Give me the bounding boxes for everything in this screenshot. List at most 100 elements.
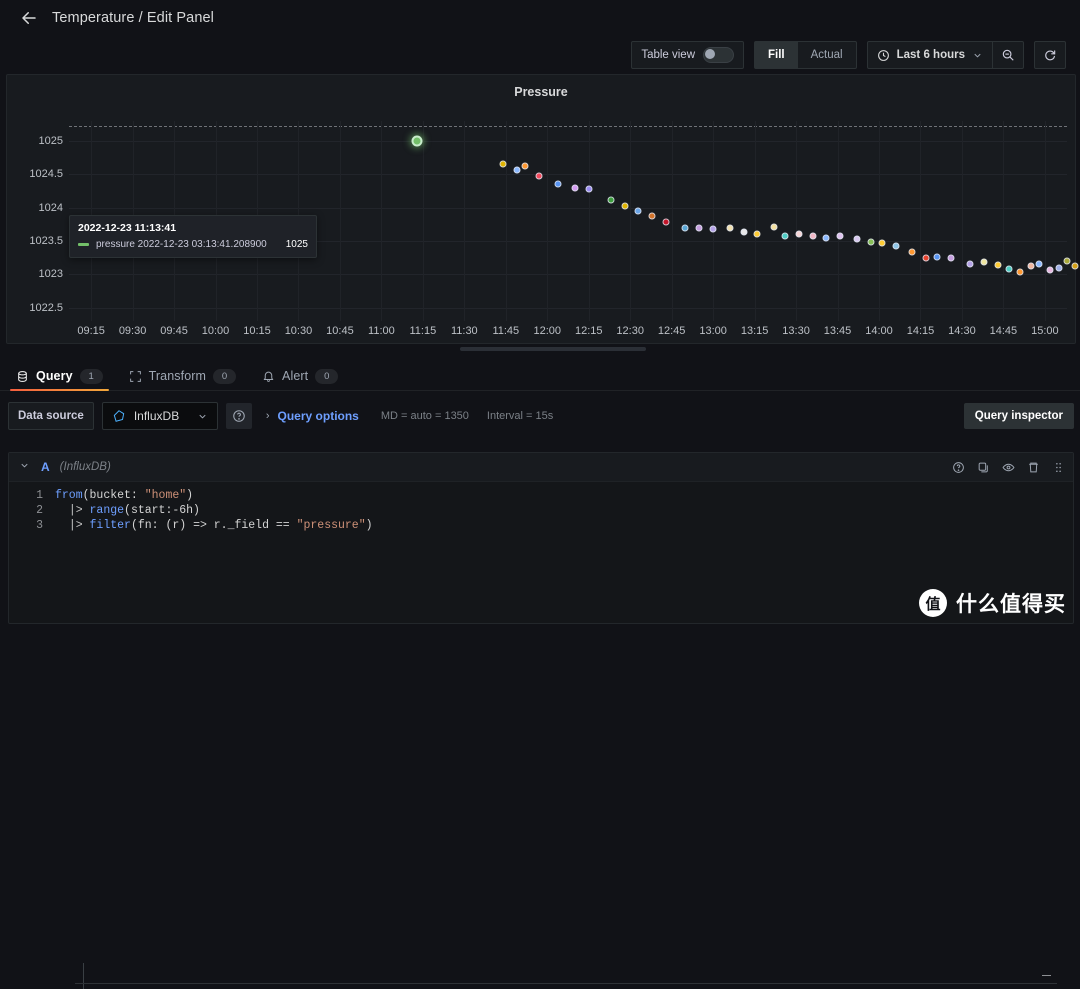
data-point[interactable] (908, 248, 916, 256)
x-axis-tick: 10:00 (201, 325, 230, 337)
data-point[interactable] (966, 260, 974, 268)
time-range-picker[interactable]: Last 6 hours (868, 49, 992, 62)
data-point[interactable] (822, 234, 830, 242)
table-view-label: Table view (641, 49, 696, 61)
data-point[interactable] (607, 196, 615, 204)
help-circle-icon (233, 410, 245, 422)
table-view-toggle[interactable]: Table view (632, 47, 743, 63)
data-point[interactable] (933, 253, 941, 261)
data-point[interactable] (571, 184, 579, 192)
data-point[interactable] (922, 254, 930, 262)
data-point[interactable] (662, 218, 670, 226)
y-axis-tick: 1024.5 (29, 168, 63, 181)
fill-button[interactable]: Fill (755, 42, 798, 68)
data-point[interactable] (878, 239, 886, 247)
query-bar: Data source InfluxDB › Query options MD … (0, 400, 1080, 432)
data-source-picker[interactable]: InfluxDB (101, 402, 218, 430)
query-help-button[interactable] (952, 461, 965, 474)
data-point[interactable] (1016, 268, 1024, 276)
arrow-left-icon (22, 12, 36, 24)
data-point[interactable] (681, 224, 689, 232)
data-point[interactable] (809, 232, 817, 240)
x-gridline (961, 121, 963, 321)
code-line-text[interactable]: from(bucket: "home") (55, 488, 193, 503)
tab-transform[interactable]: Transform 0 (129, 362, 237, 390)
data-point[interactable] (513, 166, 521, 174)
collapse-query-button[interactable] (17, 460, 31, 474)
x-axis-tick: 13:15 (740, 325, 769, 337)
watermark: 值 什么值得买 (919, 588, 1066, 618)
data-point[interactable] (1027, 262, 1035, 270)
drag-query-handle[interactable] (1052, 461, 1065, 474)
data-point[interactable] (1071, 262, 1079, 270)
actual-button[interactable]: Actual (798, 42, 856, 68)
data-point[interactable] (740, 228, 748, 236)
data-point[interactable] (499, 160, 507, 168)
influxdb-icon (113, 410, 125, 422)
panel-toolbar: Table view Fill Actual Last 6 hours (631, 41, 1066, 69)
data-point[interactable] (892, 242, 900, 250)
data-point[interactable] (695, 224, 703, 232)
data-point[interactable] (980, 258, 988, 266)
back-button[interactable] (16, 5, 42, 31)
x-gridline (837, 121, 839, 321)
flux-code-editor[interactable]: 1 from(bucket: "home") 2 |> range(start:-6… (9, 482, 1073, 533)
data-point[interactable] (621, 202, 629, 210)
data-point[interactable] (753, 230, 761, 238)
delete-query-button[interactable] (1027, 461, 1040, 474)
data-point[interactable] (836, 232, 844, 240)
data-point[interactable] (709, 225, 717, 233)
data-point[interactable] (781, 232, 789, 240)
hide-query-button[interactable] (1002, 461, 1015, 474)
data-source-help-button[interactable] (225, 403, 252, 429)
panel-resize-handle[interactable] (460, 347, 646, 351)
x-axis-tick: 13:45 (823, 325, 852, 337)
data-point[interactable] (726, 224, 734, 232)
data-point[interactable] (947, 254, 955, 262)
x-axis-tick: 15:00 (1031, 325, 1059, 337)
y-gridline (69, 207, 1067, 209)
zoom-out-icon (1002, 49, 1014, 61)
data-point[interactable] (648, 212, 656, 220)
code-line: 1 from(bucket: "home") (9, 488, 1073, 503)
grafana-edit-panel: Temperature / Edit Panel Table view Fill… (0, 0, 1080, 989)
data-point[interactable] (1055, 264, 1063, 272)
table-view-switch[interactable] (703, 47, 735, 63)
x-gridline (422, 121, 424, 321)
data-point[interactable] (1046, 266, 1054, 274)
data-point[interactable] (867, 238, 875, 246)
data-point[interactable] (770, 223, 778, 231)
tab-alert[interactable]: Alert 0 (262, 362, 339, 390)
query-options-toggle[interactable]: › Query options (266, 409, 359, 423)
y-axis-tick: 1025 (38, 135, 63, 147)
data-point[interactable] (585, 185, 593, 193)
data-point[interactable] (1005, 265, 1013, 273)
duplicate-query-button[interactable] (977, 461, 990, 474)
zoom-out-button[interactable] (993, 42, 1023, 68)
data-point[interactable] (535, 172, 543, 180)
query-editor-header: A (InfluxDB) (9, 453, 1073, 482)
scatter-plot[interactable]: 1025 1024.5 1024 1023.5 1023 1022.5 09:15 09:3… (7, 75, 1079, 343)
data-point[interactable] (554, 180, 562, 188)
tab-query[interactable]: Query 1 (10, 362, 109, 391)
code-line-number: 2 (36, 504, 43, 517)
query-ref-id[interactable]: A (41, 460, 50, 474)
x-axis-tick: 09:15 (77, 325, 105, 337)
x-gridline (879, 121, 880, 321)
data-point[interactable] (1063, 257, 1071, 265)
code-line-text[interactable]: |> filter(fn: (r) => r._field == "pressu… (55, 518, 373, 533)
data-point[interactable] (634, 207, 642, 215)
refresh-icon (1045, 50, 1056, 61)
refresh-button[interactable] (1034, 41, 1066, 69)
x-gridline (588, 121, 590, 321)
data-point[interactable] (1035, 260, 1043, 268)
code-line: 3 |> filter(fn: (r) => r._field == "pres… (9, 518, 1073, 533)
tab-transform-count: 0 (213, 368, 237, 384)
data-point[interactable] (411, 135, 423, 147)
code-line-text[interactable]: |> range(start:-6h) (55, 503, 200, 518)
data-point[interactable] (521, 162, 529, 170)
data-point[interactable] (795, 230, 803, 238)
query-inspector-button[interactable]: Query inspector (963, 403, 1074, 429)
data-point[interactable] (994, 261, 1002, 269)
data-point[interactable] (853, 235, 861, 243)
